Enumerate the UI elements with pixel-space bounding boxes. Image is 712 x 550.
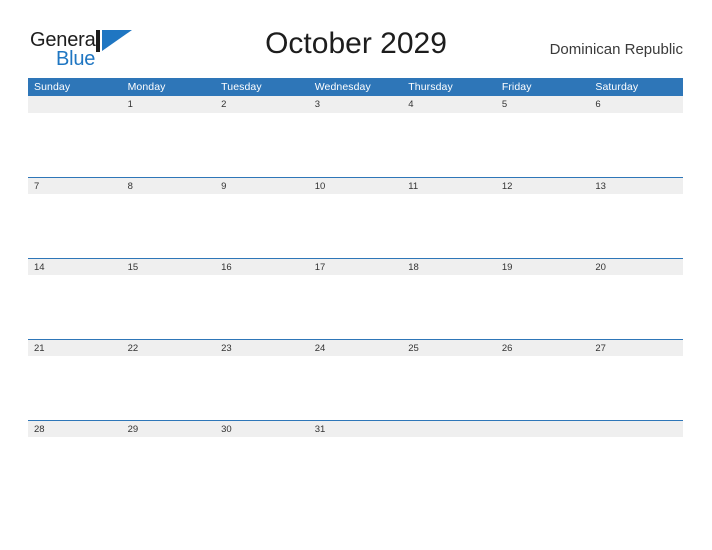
day-cell[interactable] [28,96,122,112]
weekday-header-monday: Monday [127,81,166,93]
week-row: 21 22 23 24 25 26 27 [28,339,683,420]
weekday-header-tuesday: Tuesday [221,81,262,93]
week-date-band: 1 2 3 4 5 6 [28,96,683,113]
day-cell[interactable]: 31 [309,421,403,437]
day-cell[interactable]: 8 [122,178,216,194]
weekday-header-row: Sunday Monday Tuesday Wednesday Thursday… [28,78,683,96]
day-cell[interactable]: 10 [309,178,403,194]
day-cell[interactable]: 26 [496,340,590,356]
day-cell[interactable]: 1 [122,96,216,112]
day-cell[interactable]: 22 [122,340,216,356]
page-header: General Blue October 2029 Dominican Repu… [0,0,712,78]
day-cell[interactable]: 7 [28,178,122,194]
day-cell[interactable]: 27 [589,340,683,356]
day-cell[interactable] [589,421,683,437]
day-cell[interactable] [402,421,496,437]
day-cell[interactable]: 17 [309,259,403,275]
day-cell[interactable]: 19 [496,259,590,275]
day-cell[interactable]: 14 [28,259,122,275]
day-cell[interactable]: 11 [402,178,496,194]
day-cell[interactable]: 25 [402,340,496,356]
week-date-band: 7 8 9 10 11 12 13 [28,177,683,194]
calendar-page: General Blue October 2029 Dominican Repu… [0,0,712,550]
day-cell[interactable]: 15 [122,259,216,275]
country-label: Dominican Republic [549,41,683,58]
weekday-header-sunday: Sunday [34,81,71,93]
day-cell[interactable]: 9 [215,178,309,194]
day-cell[interactable]: 24 [309,340,403,356]
day-cell[interactable]: 20 [589,259,683,275]
day-cell[interactable]: 5 [496,96,590,112]
day-cell[interactable] [496,421,590,437]
week-row: 1 2 3 4 5 6 [28,96,683,177]
day-cell[interactable]: 12 [496,178,590,194]
day-cell[interactable]: 4 [402,96,496,112]
week-note-area[interactable] [28,356,683,420]
week-note-area[interactable] [28,113,683,177]
weekday-header-thursday: Thursday [408,81,453,93]
day-cell[interactable]: 3 [309,96,403,112]
week-row: 7 8 9 10 11 12 13 [28,177,683,258]
day-cell[interactable]: 30 [215,421,309,437]
day-cell[interactable]: 21 [28,340,122,356]
day-cell[interactable]: 6 [589,96,683,112]
day-cell[interactable]: 2 [215,96,309,112]
day-cell[interactable]: 29 [122,421,216,437]
weekday-header-friday: Friday [501,81,532,93]
week-note-area[interactable] [28,275,683,339]
day-cell[interactable]: 18 [402,259,496,275]
day-cell[interactable]: 16 [215,259,309,275]
weekday-header-wednesday: Wednesday [314,81,371,93]
day-cell[interactable]: 13 [589,178,683,194]
week-date-band: 14 15 16 17 18 19 20 [28,258,683,275]
week-date-band: 21 22 23 24 25 26 27 [28,339,683,356]
weekday-header-saturday: Saturday [595,81,639,93]
week-row: 28 29 30 31 [28,420,683,501]
day-cell[interactable]: 28 [28,421,122,437]
day-cell[interactable]: 23 [215,340,309,356]
week-date-band: 28 29 30 31 [28,420,683,437]
calendar-grid: Sunday Monday Tuesday Wednesday Thursday… [28,78,683,501]
week-note-area[interactable] [28,194,683,258]
week-row: 14 15 16 17 18 19 20 [28,258,683,339]
week-note-area[interactable] [28,437,683,501]
